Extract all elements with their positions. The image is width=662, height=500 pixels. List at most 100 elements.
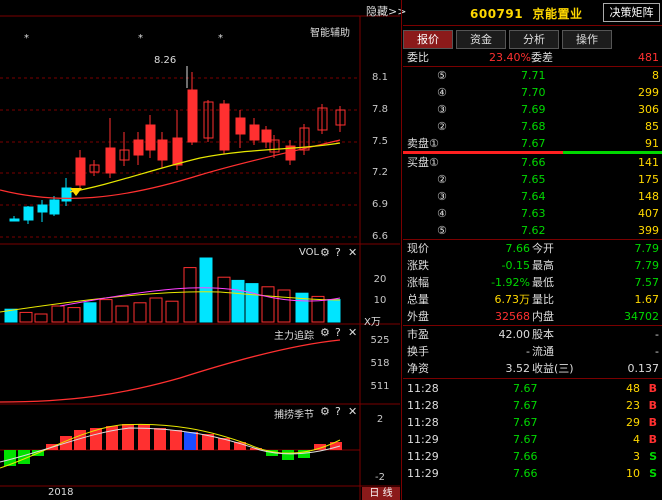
gear-icon[interactable]: ⚙ <box>320 246 330 259</box>
kline-axis-label: 6.9 <box>372 199 388 210</box>
volume-bar <box>51 305 65 323</box>
trade-price: 7.67 <box>513 433 538 446</box>
level-volume: 399 <box>638 224 659 237</box>
level-label: 买盘① <box>407 156 439 169</box>
kline-marker: * <box>138 33 143 44</box>
weibi-row: 委比 23.40% 委差 481 <box>403 49 662 66</box>
fund-label: 市盈 <box>407 328 429 341</box>
weibi-label: 委比 <box>407 51 429 64</box>
trade-volume: 4 <box>633 433 640 446</box>
trade-direction: B <box>648 399 657 412</box>
fund-label: 股本 <box>532 328 554 341</box>
quote-label: 外盘 <box>407 310 429 323</box>
close-icon[interactable]: ✕ <box>348 405 357 418</box>
vol-unit-label: X万 <box>364 317 381 328</box>
kline-axis-label: 7.5 <box>372 136 388 147</box>
level-volume: 85 <box>645 120 659 133</box>
sell-level-row[interactable]: ⑤ 7.71 8 <box>403 67 662 84</box>
tab-analysis[interactable]: 分析 <box>509 30 559 49</box>
weicha-value: 481 <box>638 51 659 64</box>
level-price: 7.68 <box>521 120 546 133</box>
stock-name: 京能置业 <box>532 7 583 21</box>
vol-label: VOL <box>299 247 320 258</box>
stock-code: 600791 <box>470 7 524 21</box>
trade-direction: B <box>648 433 657 446</box>
year-label: 2018 <box>48 487 74 498</box>
decision-matrix-button[interactable]: 决策矩阵 <box>603 3 660 22</box>
fund-label: 收益(三) <box>532 362 574 375</box>
level-label: ② <box>437 173 447 186</box>
tab-funds[interactable]: 资金 <box>456 30 506 49</box>
quote-row: 外盘 32568 内盘 34702 <box>403 308 662 325</box>
trade-direction: S <box>649 467 657 480</box>
help-icon[interactable]: ? <box>335 246 341 259</box>
close-icon[interactable]: ✕ <box>348 246 357 259</box>
buy-level-row[interactable]: ④ 7.63 407 <box>403 205 662 222</box>
close-icon[interactable]: ✕ <box>348 326 357 339</box>
tab-quote[interactable]: 报价 <box>403 30 453 49</box>
candle-body <box>187 89 198 143</box>
trade-time: 11:29 <box>407 450 439 463</box>
level-volume: 299 <box>638 86 659 99</box>
quote-label: 涨跌 <box>407 259 429 272</box>
level-volume: 91 <box>645 137 659 150</box>
trade-volume: 10 <box>626 467 640 480</box>
gear-icon[interactable]: ⚙ <box>320 326 330 339</box>
sell-level-row[interactable]: ④ 7.70 299 <box>403 84 662 101</box>
chart-area[interactable]: 隐藏>> 智能辅助 * * * 8.26 8.1 7.8 7.5 7.2 6.9… <box>0 0 406 500</box>
sell-level-row[interactable]: 卖盘① 7.67 91 <box>403 135 662 152</box>
candle-body <box>61 187 72 202</box>
divider <box>403 25 662 26</box>
period-button[interactable]: 日 线 <box>362 487 400 500</box>
quote-panel: 600791 京能置业 决策矩阵 报价 资金 分析 操作 委比 23.40% 委… <box>403 0 662 500</box>
trade-price: 7.66 <box>513 450 538 463</box>
quote-row: 涨跌 -0.15 最高 7.79 <box>403 257 662 274</box>
fund-value: - <box>655 328 659 341</box>
hide-label: 隐藏 <box>366 5 388 18</box>
kline-axis-label: 7.2 <box>372 167 388 178</box>
level-label: ⑤ <box>437 224 447 237</box>
candle-body <box>23 206 34 221</box>
buy-level-row[interactable]: 买盘① 7.66 141 <box>403 154 662 171</box>
quote-label: 今开 <box>532 242 554 255</box>
trade-time: 11:28 <box>407 416 439 429</box>
candle-body <box>133 139 144 156</box>
quote-value: 6.73万 <box>494 293 531 306</box>
trade-volume: 23 <box>626 399 640 412</box>
sell-level-row[interactable]: ② 7.68 85 <box>403 118 662 135</box>
main-axis-label: 511 <box>370 381 390 392</box>
gear-icon[interactable]: ⚙ <box>320 405 330 418</box>
fund-value: 42.00 <box>498 328 531 341</box>
volume-bar <box>199 257 213 323</box>
buy-level-row[interactable]: ② 7.65 175 <box>403 171 662 188</box>
trade-volume: 48 <box>626 382 640 395</box>
volume-bar <box>115 305 129 323</box>
trade-volume: 29 <box>626 416 640 429</box>
buy-level-row[interactable]: ③ 7.64 148 <box>403 188 662 205</box>
volume-bar <box>165 300 179 323</box>
candle-body <box>235 117 246 135</box>
candle-body <box>9 218 20 222</box>
candle-body <box>75 157 86 186</box>
weibi-value: 23.40% <box>489 51 531 64</box>
level-price: 7.64 <box>521 190 546 203</box>
quote-label: 涨幅 <box>407 276 429 289</box>
main-axis-label: 518 <box>370 358 390 369</box>
panel-divider <box>401 0 402 500</box>
help-icon[interactable]: ? <box>335 326 341 339</box>
season-bar <box>184 432 196 450</box>
quote-label: 最高 <box>532 259 554 272</box>
buy-level-row[interactable]: ⑤ 7.62 399 <box>403 222 662 239</box>
help-icon[interactable]: ? <box>335 405 341 418</box>
sell-level-row[interactable]: ③ 7.69 306 <box>403 101 662 118</box>
quote-label: 最低 <box>532 276 554 289</box>
trade-direction: S <box>649 450 657 463</box>
tab-operate[interactable]: 操作 <box>562 30 612 49</box>
quote-value: -1.92% <box>491 276 530 289</box>
fund-row: 换手 - 流通 - <box>403 343 662 360</box>
level-volume: 407 <box>638 207 659 220</box>
level-volume: 175 <box>638 173 659 186</box>
trade-time: 11:28 <box>407 382 439 395</box>
level-price: 7.65 <box>521 173 546 186</box>
main-tracking-label: 主力追踪 <box>274 331 314 342</box>
